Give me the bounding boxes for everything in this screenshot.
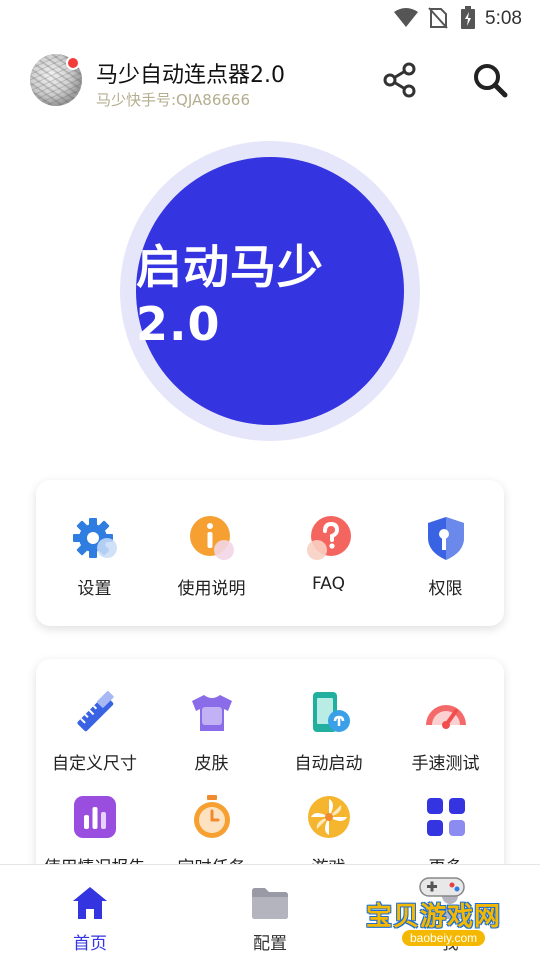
instructions-label: 使用说明 — [177, 579, 246, 599]
faq-label: FAQ — [312, 574, 345, 594]
app-subtitle: 马少快手号:QJA86666 — [96, 91, 250, 109]
share-button[interactable] — [380, 60, 420, 100]
watermark-text: 宝贝游戏网 — [366, 902, 502, 932]
custom-size-label: 自定义尺寸 — [52, 754, 137, 774]
bar-chart-icon — [73, 796, 116, 838]
status-time: 5:08 — [485, 8, 522, 29]
watermark: 宝贝游戏网 baobeiy.com — [362, 872, 522, 958]
tools-menu-card: 自定义尺寸 皮肤 自动启动 手速测试 — [36, 659, 504, 889]
settings-item[interactable]: 设置 — [36, 514, 153, 599]
info-icon — [189, 516, 234, 560]
tab-home-label: 首页 — [73, 934, 107, 954]
wifi-icon — [394, 8, 418, 27]
pinwheel-icon — [307, 796, 350, 838]
start-button[interactable]: 启动马少2.0 — [136, 157, 404, 425]
watermark-url: baobeiy.com — [402, 930, 486, 946]
gear-icon — [72, 518, 117, 558]
shield-key-icon — [427, 517, 464, 560]
auto-start-label: 自动启动 — [294, 754, 363, 774]
ruler-pencil-icon — [76, 690, 114, 732]
instructions-item[interactable]: 使用说明 — [153, 514, 270, 599]
notification-badge — [66, 56, 80, 70]
tab-home[interactable]: 首页 — [0, 865, 180, 960]
phone-link-icon — [312, 692, 350, 732]
auto-start-item[interactable]: 自动启动 — [270, 689, 387, 774]
permissions-label: 权限 — [428, 579, 463, 599]
status-bar: 5:08 — [0, 0, 540, 36]
tab-config-label: 配置 — [253, 934, 287, 954]
skin-item[interactable]: 皮肤 — [153, 689, 270, 774]
folder-icon — [252, 888, 288, 919]
speed-test-item[interactable]: 手速测试 — [387, 689, 504, 774]
speedometer-icon — [425, 705, 466, 729]
share-icon — [383, 62, 416, 98]
stopwatch-icon — [193, 795, 230, 838]
settings-label: 设置 — [77, 579, 112, 599]
permissions-item[interactable]: 权限 — [387, 514, 504, 599]
grid-icon — [426, 798, 465, 836]
search-icon — [474, 64, 508, 98]
no-sim-icon — [428, 7, 448, 29]
skin-label: 皮肤 — [194, 754, 229, 774]
faq-item[interactable]: FAQ — [270, 514, 387, 594]
speed-test-label: 手速测试 — [411, 754, 480, 774]
tshirt-icon — [191, 695, 232, 731]
tab-config[interactable]: 配置 — [180, 865, 360, 960]
search-button[interactable] — [470, 60, 510, 100]
battery-charging-icon — [461, 6, 475, 29]
custom-size-item[interactable]: 自定义尺寸 — [36, 689, 153, 774]
question-icon — [306, 516, 351, 560]
quick-menu-card: 设置 使用说明 FAQ 权限 — [36, 480, 504, 626]
app-title: 马少自动连点器2.0 — [96, 63, 285, 88]
home-icon — [73, 887, 107, 919]
